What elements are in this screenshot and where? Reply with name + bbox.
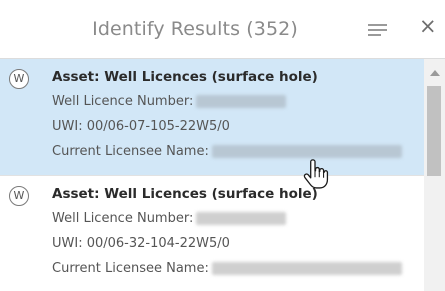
uwi-value: UWI: 00/06-32-104-22W5/0 — [52, 236, 230, 251]
identify-results-panel: Identify Results (352) × W Asset: Well L… — [0, 0, 445, 291]
vertical-scrollbar[interactable] — [424, 59, 445, 291]
panel-header: Identify Results (352) × — [0, 0, 445, 59]
asset-name: Asset: Well Licences (surface hole) — [52, 186, 318, 202]
results-list: W Asset: Well Licences (surface hole) We… — [0, 59, 424, 291]
well-licence-number-row: Well Licence Number: — [52, 94, 287, 109]
well-licence-number-label: Well Licence Number: — [52, 211, 194, 226]
panel-title: Identify Results (352) — [92, 18, 298, 40]
current-licensee-label: Current Licensee Name: — [52, 261, 209, 276]
menu-line — [368, 24, 387, 26]
redacted-value — [211, 262, 402, 275]
current-licensee-row: Current Licensee Name: — [52, 261, 402, 276]
uwi-value: UWI: 00/06-07-105-22W5/0 — [52, 119, 230, 134]
close-icon[interactable]: × — [419, 16, 437, 37]
current-licensee-row: Current Licensee Name: — [52, 144, 402, 159]
well-type-icon: W — [9, 186, 29, 206]
redacted-value — [196, 95, 287, 108]
well-type-icon: W — [9, 69, 29, 89]
scrollbar-thumb[interactable] — [427, 86, 441, 176]
well-licence-number-row: Well Licence Number: — [52, 211, 287, 226]
menu-line — [368, 34, 381, 36]
redacted-value — [211, 145, 402, 158]
menu-line — [368, 29, 387, 31]
redacted-value — [196, 212, 287, 225]
result-item[interactable]: W Asset: Well Licences (surface hole) We… — [0, 59, 424, 175]
hamburger-menu-icon[interactable] — [368, 23, 388, 39]
result-item[interactable]: W Asset: Well Licences (surface hole) We… — [0, 175, 424, 291]
well-licence-number-label: Well Licence Number: — [52, 94, 194, 109]
asset-name: Asset: Well Licences (surface hole) — [52, 69, 318, 85]
scroll-up-arrow-icon[interactable] — [430, 70, 440, 76]
current-licensee-label: Current Licensee Name: — [52, 144, 209, 159]
